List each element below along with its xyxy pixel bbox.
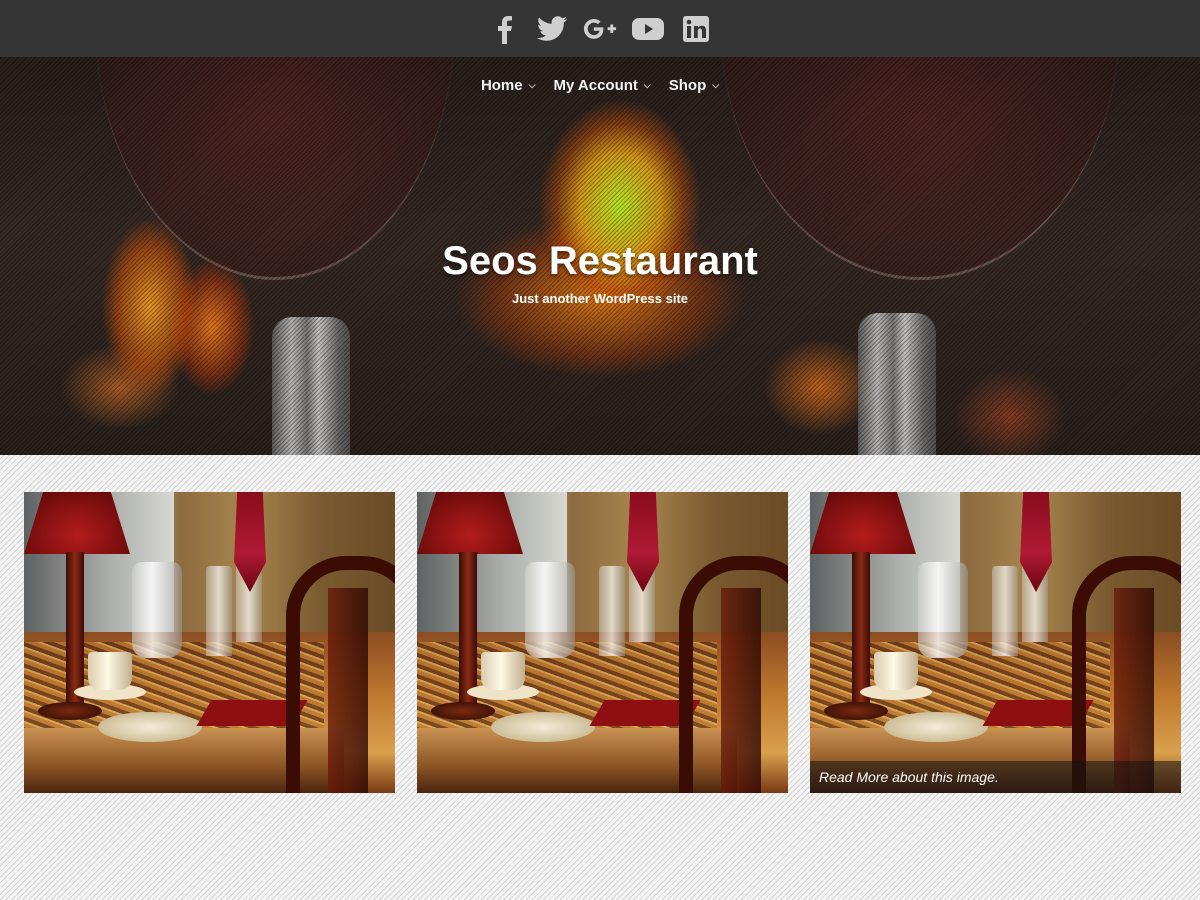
photo-lamp-base	[38, 702, 102, 720]
read-more-link[interactable]: Read More about this image.	[810, 761, 1181, 793]
chevron-down-icon: ⌵	[712, 80, 720, 90]
photo-plate	[884, 712, 988, 742]
facebook-icon[interactable]	[487, 12, 521, 46]
photo-chair	[679, 556, 788, 793]
linkedin-icon[interactable]	[679, 12, 713, 46]
main-nav: Home ⌵ My Account ⌵ Shop ⌵	[0, 77, 1200, 94]
photo-lamp-base	[824, 702, 888, 720]
social-bar	[0, 0, 1200, 57]
photo-chair	[1072, 556, 1181, 793]
nav-item-shop[interactable]: Shop ⌵	[669, 77, 719, 94]
hero-banner: Home ⌵ My Account ⌵ Shop ⌵ Seos Restaura…	[0, 57, 1200, 455]
photo-pitcher	[918, 562, 968, 658]
site-tagline: Just another WordPress site	[511, 291, 689, 306]
photo-chair	[286, 556, 395, 793]
gallery-card[interactable]: Read More about this image.	[810, 492, 1181, 793]
photo-wine-glass	[206, 566, 232, 656]
gallery-card[interactable]	[24, 492, 395, 793]
nav-item-my-account[interactable]: My Account ⌵	[553, 77, 650, 94]
site-title[interactable]: Seos Restaurant	[0, 239, 1200, 284]
photo-plate	[98, 712, 202, 742]
nav-item-label: Shop	[668, 77, 707, 94]
photo-plate	[491, 712, 595, 742]
photo-cup	[874, 652, 918, 690]
photo-lamp-base	[431, 702, 495, 720]
nav-item-label: Home	[480, 77, 523, 94]
photo-pitcher	[525, 562, 575, 658]
twitter-icon[interactable]	[535, 12, 569, 46]
photo-cup	[481, 652, 525, 690]
photo-wine-glass	[599, 566, 625, 656]
chevron-down-icon: ⌵	[528, 80, 536, 90]
youtube-icon[interactable]	[631, 12, 665, 46]
nav-item-home[interactable]: Home ⌵	[481, 77, 536, 94]
google-plus-icon[interactable]	[583, 12, 617, 46]
chevron-down-icon: ⌵	[643, 80, 651, 90]
photo-wine-glass	[992, 566, 1018, 656]
gallery-card[interactable]	[417, 492, 788, 793]
photo-cup	[88, 652, 132, 690]
nav-item-label: My Account	[553, 77, 638, 94]
photo-pitcher	[132, 562, 182, 658]
